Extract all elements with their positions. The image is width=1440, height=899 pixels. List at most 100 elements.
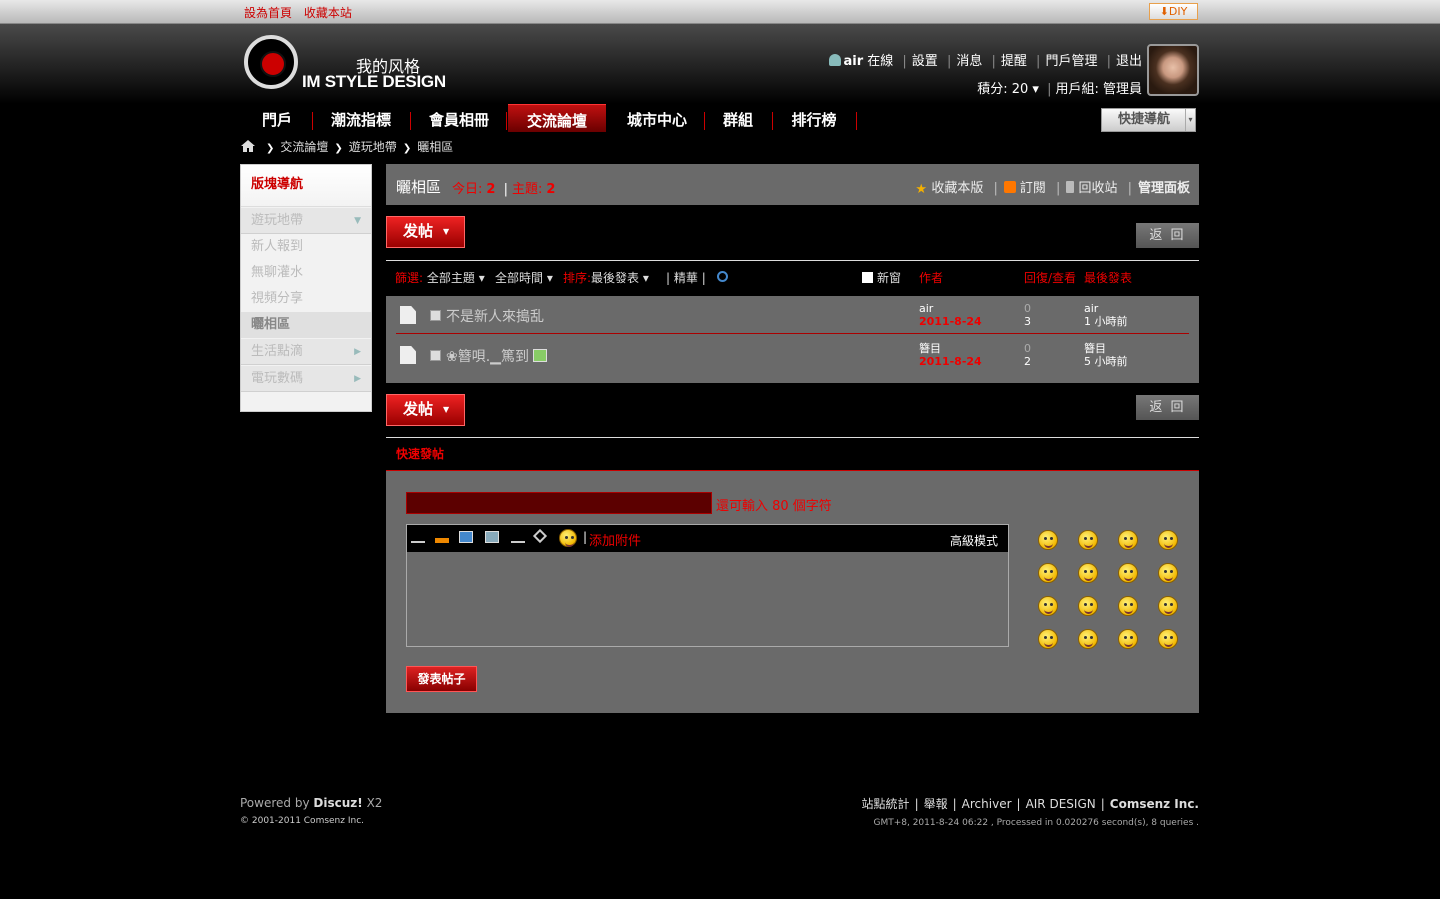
back-button[interactable]: 返 回 [1136, 223, 1199, 248]
author-name[interactable]: 簪目 [919, 342, 941, 355]
sidebar-group-life[interactable]: 生活點滴 ▶ [241, 339, 371, 365]
chevron-down-icon[interactable]: ▾ [639, 271, 649, 285]
last-time[interactable]: 5 小時前 [1084, 355, 1128, 368]
portal-admin-link[interactable]: 門戶管理 [1045, 54, 1097, 69]
smiley-icon[interactable] [1078, 629, 1098, 649]
all-time-select[interactable]: 全部時間 [495, 271, 543, 285]
settings-link[interactable]: 設置 [912, 54, 938, 69]
sidebar-item-chat[interactable]: 無聊灌水 [241, 260, 371, 286]
new-post-button[interactable]: 发帖 ▼ [386, 394, 465, 426]
smiley-icon[interactable] [559, 529, 577, 547]
points-dropdown-icon[interactable]: ▾ [1032, 82, 1039, 97]
smiley-icon[interactable] [1118, 596, 1138, 616]
table-row[interactable]: 不是新人來搗乱 air 2011-8-24 03 air 1 小時前 [396, 296, 1189, 334]
air-design-link[interactable]: AIR DESIGN [1026, 797, 1096, 811]
smiley-icon[interactable] [1038, 530, 1058, 550]
messages-link[interactable]: 消息 [956, 54, 982, 69]
smiley-icon[interactable] [1158, 596, 1178, 616]
reminders-link[interactable]: 提醒 [1001, 54, 1027, 69]
home-icon[interactable] [240, 139, 256, 153]
subject-input[interactable] [406, 492, 712, 514]
smiley-icon[interactable] [1078, 530, 1098, 550]
smiley-icon[interactable] [1078, 563, 1098, 583]
font-icon[interactable] [411, 531, 425, 543]
crumb-current[interactable]: 曬相區 [417, 140, 453, 154]
chevron-down-icon[interactable]: ▾ [543, 271, 553, 285]
nav-item-forum[interactable]: 交流論壇 [508, 104, 606, 132]
digest-link[interactable]: 精華 [674, 271, 698, 285]
logout-link[interactable]: 退出 [1116, 54, 1142, 69]
nav-item-groups[interactable]: 群組 [708, 104, 768, 132]
set-home-link[interactable]: 設為首頁 [244, 6, 292, 20]
comsenz-link[interactable]: Comsenz Inc. [1110, 797, 1199, 811]
link-icon[interactable] [485, 531, 499, 543]
admin-panel-link[interactable]: 管理面板 [1138, 181, 1190, 196]
author-name[interactable]: air [919, 302, 933, 315]
sidebar-item-newbie[interactable]: 新人報到 [241, 234, 371, 260]
table-row[interactable]: ❀簪唄.▁篤到 簪目 2011-8-24 02 簪目 5 小時前 [396, 336, 1189, 374]
message-editor[interactable]: | 添加附件 高級模式 [406, 524, 1009, 647]
diy-button[interactable]: ⬇DIY [1149, 3, 1198, 20]
select-checkbox[interactable] [430, 310, 441, 321]
report-link[interactable]: 舉報 [924, 797, 948, 811]
quote-icon[interactable] [532, 528, 548, 544]
username-link[interactable]: air [843, 54, 863, 69]
author-header[interactable]: 作者 [919, 269, 943, 286]
smiley-icon[interactable] [1038, 596, 1058, 616]
smiley-icon[interactable] [1038, 563, 1058, 583]
last-user[interactable]: air [1084, 302, 1098, 315]
sidebar-group-games[interactable]: 電玩數碼 ▶ [241, 366, 371, 392]
add-attachment-link[interactable]: 添加附件 [589, 530, 641, 549]
new-post-button[interactable]: 发帖 ▼ [386, 216, 465, 248]
crumb-forum[interactable]: 交流論壇 [280, 140, 328, 154]
thread-title[interactable]: 不是新人來搗乱 [446, 306, 544, 326]
smiley-icon[interactable] [1158, 563, 1178, 583]
thread-title-text[interactable]: ❀簪唄.▁篤到 [446, 349, 529, 365]
last-user[interactable]: 簪目 [1084, 342, 1106, 355]
quick-nav-button[interactable]: 快捷導航 ▾ [1101, 108, 1196, 132]
archiver-link[interactable]: Archiver [962, 797, 1012, 811]
back-button[interactable]: 返 回 [1136, 395, 1199, 420]
smiley-icon[interactable] [1118, 530, 1138, 550]
refresh-icon[interactable] [717, 271, 728, 282]
recycle-link[interactable]: 回收站 [1078, 181, 1117, 196]
chevron-down-icon[interactable]: ▾ [475, 271, 485, 285]
new-window-checkbox[interactable] [862, 272, 873, 283]
smiley-icon[interactable] [1118, 629, 1138, 649]
smiley-icon[interactable] [1038, 629, 1058, 649]
online-status[interactable]: 在線 [867, 54, 893, 69]
crumb-play[interactable]: 遊玩地帶 [349, 140, 397, 154]
reply-view-header[interactable]: 回復/查看 [1024, 269, 1076, 286]
smiley-icon[interactable] [1158, 530, 1178, 550]
rss-link[interactable]: 訂閱 [1020, 181, 1046, 196]
nav-item-city[interactable]: 城市中心 [612, 104, 702, 132]
smiley-icon[interactable] [1118, 563, 1138, 583]
smiley-icon[interactable] [1158, 629, 1178, 649]
nav-item-portal[interactable]: 門戶 [244, 104, 310, 132]
submit-post-button[interactable]: 發表帖子 [406, 666, 477, 692]
nav-item-albums[interactable]: 會員相冊 [414, 104, 504, 132]
image-icon[interactable] [459, 531, 473, 543]
sort-select[interactable]: 最後發表 [591, 271, 639, 285]
points-link[interactable]: 積分: 20 [977, 82, 1028, 97]
nav-item-trends[interactable]: 潮流指標 [316, 104, 406, 132]
fav-link[interactable]: 收藏本版 [931, 181, 983, 196]
advanced-mode-link[interactable]: 高級模式 [950, 532, 998, 549]
last-post-header[interactable]: 最後發表 [1084, 269, 1132, 286]
last-time[interactable]: 1 小時前 [1084, 315, 1128, 328]
bookmark-link[interactable]: 收藏本站 [304, 6, 352, 20]
smiley-icon[interactable] [1078, 596, 1098, 616]
all-topics-select[interactable]: 全部主題 [427, 271, 475, 285]
sidebar-item-photos[interactable]: 曬相區 [241, 312, 371, 338]
color-icon[interactable] [435, 531, 449, 543]
code-icon[interactable] [511, 531, 525, 543]
sidebar-item-video[interactable]: 視頻分享 [241, 286, 371, 312]
discuz-link[interactable]: Discuz! [313, 796, 362, 810]
avatar[interactable] [1147, 44, 1199, 96]
thread-title[interactable]: ❀簪唄.▁篤到 [446, 346, 548, 366]
nav-item-ranking[interactable]: 排行榜 [778, 104, 850, 132]
select-checkbox[interactable] [430, 350, 441, 361]
stats-link[interactable]: 站點統計 [862, 797, 910, 811]
site-logo[interactable]: 我的风格 IM STYLE DESIGN [244, 35, 446, 95]
sidebar-group-play[interactable]: 遊玩地帶 ▼ [241, 208, 371, 234]
